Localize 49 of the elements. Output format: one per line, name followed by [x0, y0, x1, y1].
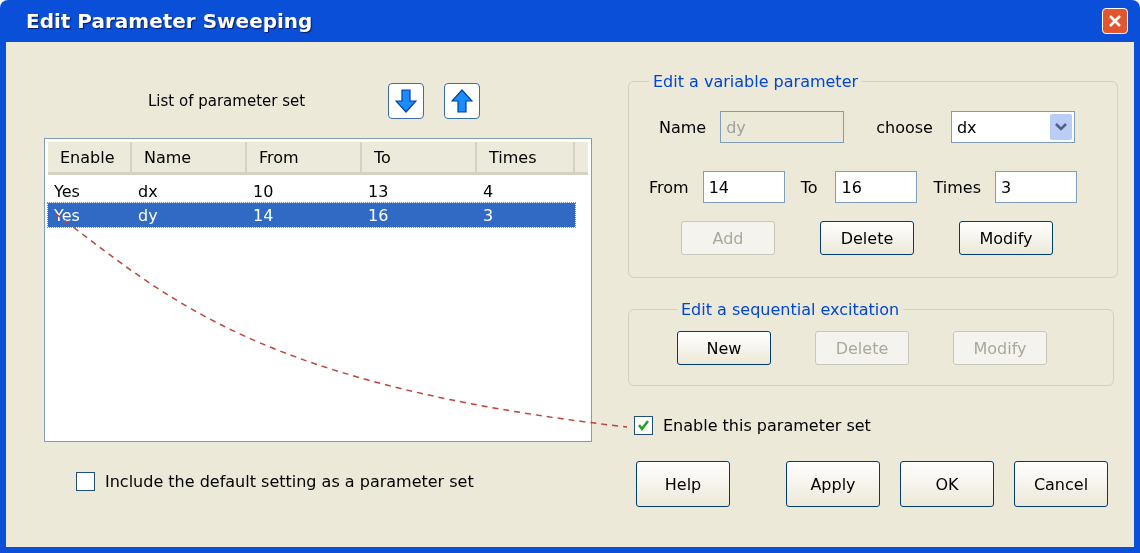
dialog-button[interactable]: OK [900, 461, 994, 507]
column-header[interactable]: Name [132, 142, 247, 172]
table-cell-text: 3 [482, 204, 495, 227]
group-title: Edit a variable parameter [652, 72, 860, 91]
up-arrow-icon [451, 88, 473, 114]
button[interactable]: Modify [959, 221, 1053, 255]
table-cell-text: 13 [367, 180, 390, 203]
dialog-button[interactable]: Help [636, 461, 730, 507]
to-field[interactable]: 16 [835, 171, 918, 203]
list-row[interactable]: Yes dx 10 13 4 [48, 179, 575, 203]
checkbox-label: Include the default setting as a parameter set [105, 472, 474, 491]
list-label: List of parameter set [148, 92, 307, 110]
checkbox[interactable] [76, 472, 95, 491]
from-field[interactable]: 14 [702, 171, 785, 203]
dialog-button[interactable]: Cancel [1014, 461, 1108, 507]
close-button[interactable] [1102, 8, 1128, 34]
table-cell-text: dy [137, 204, 159, 227]
field-label: From [649, 177, 689, 197]
checkbox-label: Enable this parameter set [663, 416, 871, 435]
dialog-button[interactable]: Apply [786, 461, 880, 507]
column-header[interactable]: To [362, 142, 477, 172]
move-up-button[interactable] [444, 83, 480, 119]
table-cell-text: 14 [252, 204, 275, 227]
field-label: Times [933, 177, 981, 197]
checkbox[interactable] [634, 416, 653, 435]
chevron-down-icon [1054, 123, 1067, 131]
table-cell-text: Yes [53, 204, 81, 227]
choose-dropdown[interactable]: dx [950, 111, 1075, 143]
table-cell-text: 16 [367, 204, 390, 227]
close-icon [1108, 14, 1122, 28]
column-header[interactable]: Enable [48, 142, 132, 172]
checkmark-icon [637, 419, 650, 432]
list-row[interactable]: Yes dy 14 16 3 [48, 203, 575, 227]
table-cell-text: Yes [53, 180, 81, 203]
field-label: choose [876, 117, 933, 137]
group-title: Edit a sequential excitation [680, 300, 901, 319]
table-cell-text: 10 [252, 180, 275, 203]
window-title: Edit Parameter Sweeping [26, 9, 313, 33]
button[interactable]: Delete [820, 221, 914, 255]
button[interactable]: New [677, 331, 771, 365]
column-header[interactable]: Times [477, 142, 575, 172]
column-header[interactable]: From [247, 142, 362, 172]
down-arrow-icon [395, 88, 417, 114]
times-field[interactable]: 3 [995, 171, 1077, 203]
table-cell-text: 4 [482, 180, 495, 203]
move-down-button[interactable] [388, 83, 424, 119]
field-label: To [800, 177, 818, 197]
table-cell-text: dx [137, 180, 159, 203]
field-label: Name [659, 117, 707, 137]
